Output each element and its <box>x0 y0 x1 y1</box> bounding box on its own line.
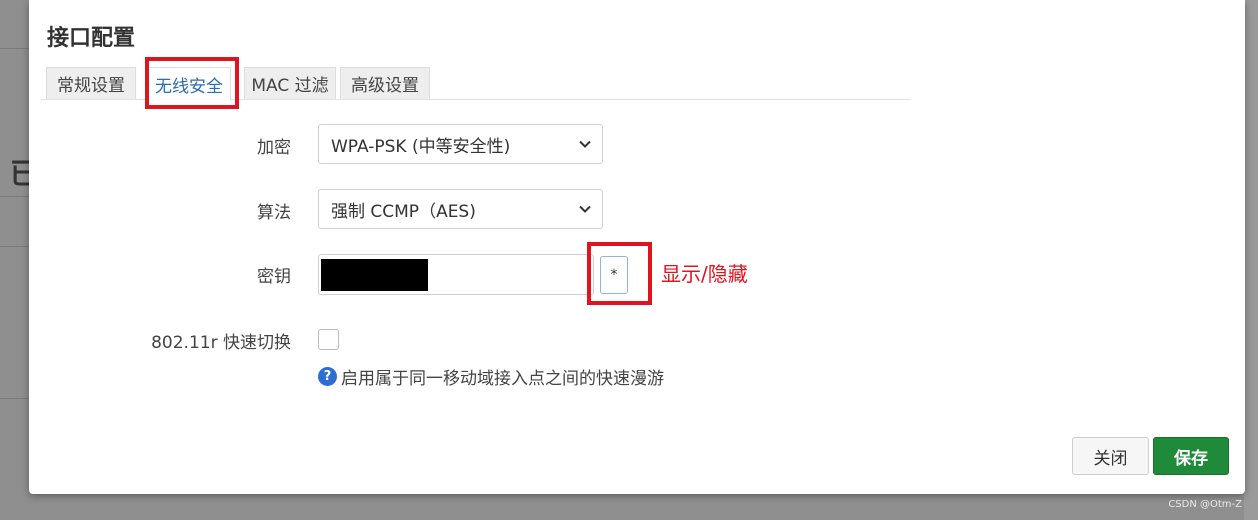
cipher-select-value: 强制 CCMP（AES) <box>331 201 476 222</box>
interface-config-modal: 接口配置 常规设置 无线安全 MAC 过滤 高级设置 加密 WPA-PSK (中… <box>29 0 1245 494</box>
encryption-select[interactable]: WPA-PSK (中等安全性) <box>318 124 603 164</box>
chevron-down-icon <box>579 140 591 148</box>
chevron-down-icon <box>579 205 591 213</box>
background-divider <box>0 196 30 197</box>
background-divider <box>0 48 30 49</box>
key-label: 密钥 <box>257 267 291 287</box>
fast-transition-checkbox[interactable] <box>318 329 339 350</box>
fast-transition-label: 802.11r 快速切换 <box>151 333 291 353</box>
encryption-label: 加密 <box>257 138 291 158</box>
annotation-show-hide: 显示/隐藏 <box>661 262 748 286</box>
background-right-panel <box>1244 0 1258 520</box>
background-divider <box>0 246 30 247</box>
tab-general-settings[interactable]: 常规设置 <box>46 67 136 99</box>
reveal-password-button[interactable]: * <box>600 256 628 294</box>
cipher-select[interactable]: 强制 CCMP（AES) <box>318 189 603 229</box>
encryption-select-value: WPA-PSK (中等安全性) <box>331 136 511 157</box>
tab-wireless-security[interactable]: 无线安全 <box>147 67 231 100</box>
modal-title: 接口配置 <box>47 26 136 51</box>
tab-mac-filter[interactable]: MAC 过滤 <box>244 67 336 99</box>
key-redaction-mask <box>321 259 428 291</box>
key-input[interactable] <box>318 254 594 295</box>
help-text: 启用属于同一移动域接入点之间的快速漫游 <box>341 369 664 389</box>
watermark: CSDN @Otm-Z <box>1168 499 1242 510</box>
close-button[interactable]: 关闭 <box>1072 437 1149 475</box>
save-button[interactable]: 保存 <box>1153 437 1229 475</box>
tab-advanced-settings[interactable]: 高级设置 <box>340 67 430 99</box>
tab-bar: 常规设置 无线安全 MAC 过滤 高级设置 <box>41 64 911 100</box>
cipher-label: 算法 <box>257 203 291 223</box>
question-circle-icon: ? <box>318 367 337 386</box>
background-divider <box>0 398 30 399</box>
fast-transition-help: ? 启用属于同一移动域接入点之间的快速漫游 <box>318 364 664 389</box>
